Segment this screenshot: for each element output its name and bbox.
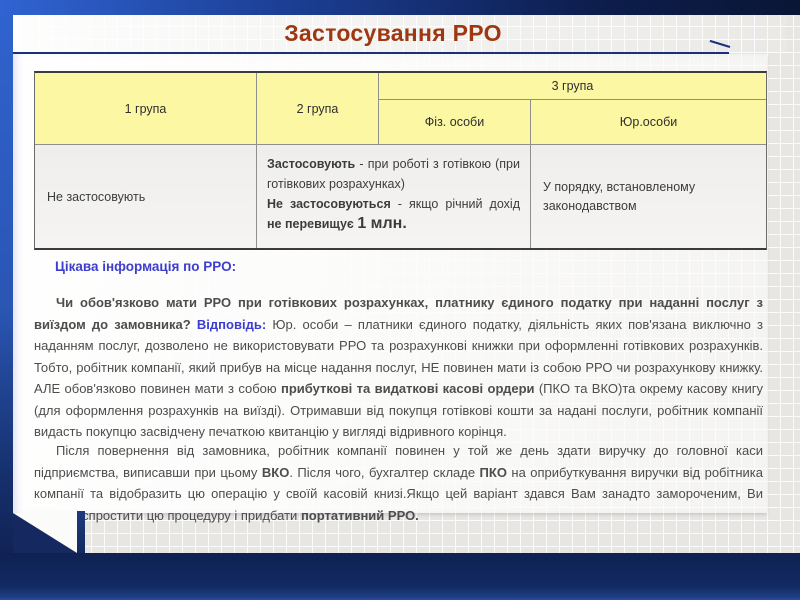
table-cell-group2-fiz: Застосовують - при роботі з готівкою (пр… [257,145,530,248]
presentation-slide: Застосування РРО 1 група 2 група 3 група… [0,0,800,600]
info-heading: Цікава інформація по РРО: [55,259,237,274]
bottom-navy-band [0,553,800,600]
table-cell-group2-line1: Застосовують - при роботі з готівкою (пр… [267,157,520,191]
speech-bubble-tail-white [13,513,77,553]
left-blue-stripe [0,0,13,557]
title-underline [13,52,729,54]
paragraph-return-procedure: Після повернення від замовника, робітник… [34,443,763,523]
table-header-group1: 1 група [35,73,256,144]
table-cell-yur: У порядку, встановленому законодавством [531,145,766,248]
table-cell-group2-line2: Не застосовуються - якщо річний дохід не… [267,197,520,232]
table-header-group3: 3 група [379,73,766,99]
tail-accent-bar [77,511,85,553]
paragraph-question-answer: Чи обов'язково мати РРО при готівкових р… [34,295,763,439]
top-gradient-bar [0,0,800,15]
rro-groups-table: 1 група 2 група 3 група Фіз. особи Юр.ос… [34,71,767,250]
table-header-group2: 2 група [257,73,378,144]
slide-title: Застосування РРО [284,20,502,46]
table-header-fiz-osoby: Фіз. особи [379,100,530,144]
table-header-yur-osoby: Юр.особи [531,100,766,144]
table-cell-group1: Не застосовують [35,145,256,248]
speech-bubble-tail [13,513,77,553]
